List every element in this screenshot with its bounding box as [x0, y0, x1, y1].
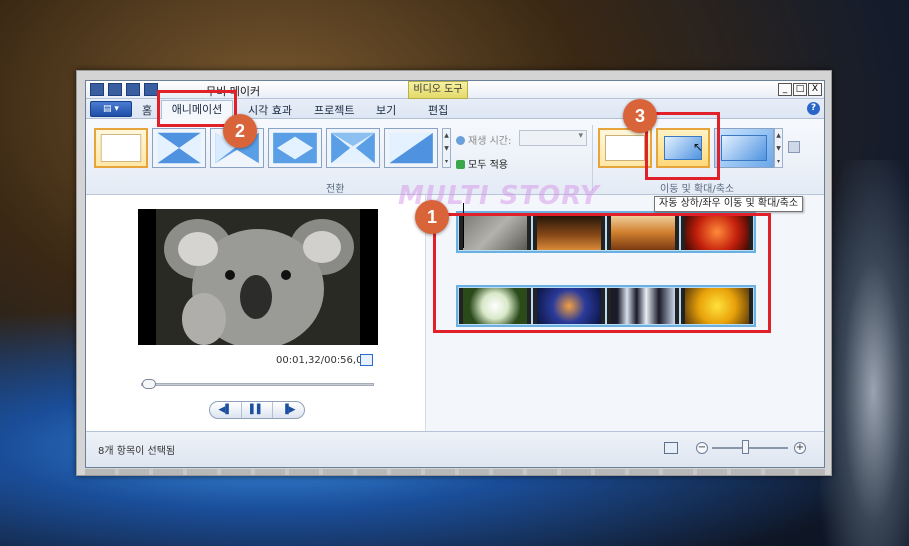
transition-diagonal-thumb[interactable] — [384, 128, 438, 168]
taskbar-strip — [85, 469, 825, 475]
tab-project[interactable]: 프로젝트 — [314, 102, 354, 118]
transition-cross-thumb[interactable] — [152, 128, 206, 168]
annotation-box-clips — [433, 213, 771, 333]
storyboard-view-icon[interactable] — [664, 442, 678, 454]
play-pause-button[interactable]: ▌▌ — [242, 402, 274, 418]
close-button[interactable]: X — [808, 83, 822, 96]
transition-split-thumb[interactable] — [326, 128, 380, 168]
next-frame-button[interactable]: ▐▶ — [273, 402, 304, 418]
zoom-slider-handle[interactable] — [742, 440, 749, 454]
status-bar: 8개 항목이 선택됨 − + — [86, 431, 824, 467]
background-right-object — [820, 160, 909, 546]
tab-visual-effects[interactable]: 시각 효과 — [248, 102, 292, 118]
transitions-gallery-scroll[interactable]: ▲ ▼ ▾ — [442, 128, 451, 168]
duration-dropdown[interactable] — [519, 130, 587, 146]
video-tools-context-tab: 비디오 도구 — [408, 81, 468, 99]
fullscreen-icon[interactable] — [360, 354, 373, 366]
quick-access-toolbar — [90, 83, 158, 97]
playback-controls: ◀▌ ▌▌ ▐▶ — [209, 401, 305, 419]
apply-all-label: 모두 적용 — [468, 160, 508, 171]
zoom-slider-track[interactable] — [712, 447, 788, 449]
pan-zoom-tooltip: 자동 상하/좌우 이동 및 확대/축소 — [654, 196, 804, 212]
save-icon[interactable] — [108, 83, 122, 96]
seek-bar[interactable] — [141, 383, 374, 386]
previous-frame-button[interactable]: ◀▌ — [210, 402, 242, 418]
preview-pane: 00:01,32/00:56,00 ◀▌ ▌▌ ▐▶ — [86, 195, 426, 431]
clock-icon — [456, 136, 465, 145]
tab-edit[interactable]: 편집 — [428, 102, 448, 118]
app-icon — [90, 83, 104, 96]
duration-label: 재생 시간: — [468, 136, 512, 147]
apply-all-option[interactable]: 모두 적용 — [456, 156, 508, 171]
tab-view[interactable]: 보기 — [376, 102, 396, 118]
help-icon[interactable]: ? — [807, 102, 820, 115]
transition-diamond-thumb[interactable] — [268, 128, 322, 168]
annotation-badge-2: 2 — [223, 114, 257, 148]
zoom-out-button[interactable]: − — [696, 442, 708, 454]
seek-handle[interactable] — [142, 379, 156, 389]
preview-time: 00:01,32/00:56,00 — [276, 355, 369, 366]
pan-zoom-apply-all-icon[interactable] — [788, 141, 800, 153]
transitions-group-label: 전환 — [326, 184, 345, 195]
tab-home[interactable]: 홈 — [142, 102, 152, 118]
window-controls: _ □ X — [778, 83, 822, 96]
app-menu-button[interactable]: ▤ ▾ — [90, 101, 132, 117]
selection-status: 8개 항목이 선택됨 — [98, 446, 176, 457]
undo-icon[interactable] — [126, 83, 140, 96]
duration-option: 재생 시간: — [456, 132, 511, 147]
annotation-box-pan-zoom — [645, 112, 720, 180]
pan-zoom-none-thumb[interactable] — [598, 128, 652, 168]
zoom-in-button[interactable]: + — [794, 442, 806, 454]
annotation-badge-3: 3 — [623, 99, 657, 133]
pan-zoom-up-thumb[interactable] — [714, 128, 774, 168]
transition-none-thumb[interactable] — [94, 128, 148, 168]
pan-zoom-gallery-scroll[interactable]: ▲ ▼ ▾ — [774, 128, 783, 168]
preview-video[interactable] — [138, 209, 378, 345]
apply-all-icon — [456, 160, 465, 169]
annotation-badge-1: 1 — [415, 200, 449, 234]
pan-zoom-group-label: 이동 및 확대/축소 — [660, 184, 735, 195]
redo-icon[interactable] — [144, 83, 158, 96]
maximize-button[interactable]: □ — [793, 83, 807, 96]
minimize-button[interactable]: _ — [778, 83, 792, 96]
